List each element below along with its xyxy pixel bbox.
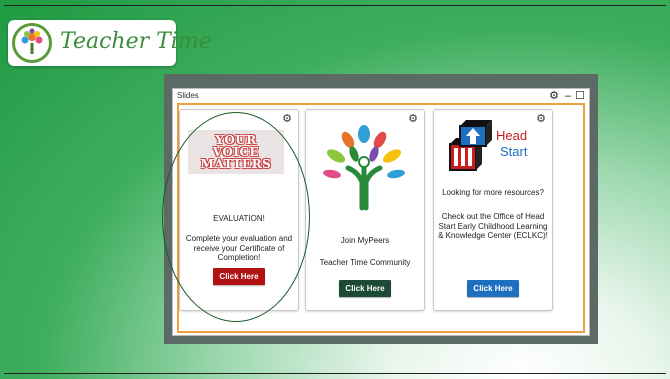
slides-content: ⚙ YOUR VOICE MATTERS EVALUATION! Complet… bbox=[177, 103, 585, 333]
head-start-logo-word2: Start bbox=[500, 144, 528, 159]
evaluation-description: Complete your evaluation and receive you… bbox=[185, 234, 293, 262]
tree-logo-icon bbox=[12, 23, 52, 63]
logo-text: Teacher Time bbox=[60, 29, 212, 54]
top-border-line bbox=[4, 5, 666, 6]
teacher-time-community-text: Teacher Time Community bbox=[319, 258, 411, 267]
colorful-tree-icon bbox=[318, 120, 410, 212]
teacher-time-logo: Teacher Time bbox=[8, 20, 212, 66]
eclkc-description: Check out the Office of Head Start Early… bbox=[438, 212, 548, 240]
head-start-logo-word1: Head bbox=[496, 128, 527, 143]
your-voice-matters-text: YOUR VOICE MATTERS bbox=[200, 133, 272, 171]
join-mypeers-text: Join MyPeers bbox=[340, 236, 390, 245]
minimize-icon[interactable]: – bbox=[565, 89, 571, 103]
window-title: Slides bbox=[177, 91, 199, 100]
mypeers-click-here-button[interactable]: Click Here bbox=[339, 280, 391, 297]
looking-for-resources-text: Looking for more resources? bbox=[442, 188, 544, 197]
title-bar: Slides ⚙ – ☐ bbox=[173, 89, 589, 103]
evaluation-click-here-button[interactable]: Click Here bbox=[213, 268, 265, 285]
bottom-border-line bbox=[4, 373, 666, 374]
card-head-start: ⚙ Head Start Looking for more resources?… bbox=[433, 109, 553, 311]
evaluation-heading: EVALUATION! bbox=[213, 214, 265, 223]
settings-gear-icon[interactable]: ⚙ bbox=[549, 89, 559, 103]
slide-background: Teacher Time Slides ⚙ – ☐ ⚙ YOUR VOICE M… bbox=[0, 0, 670, 379]
maximize-icon[interactable]: ☐ bbox=[575, 89, 585, 103]
head-start-logo: Head Start bbox=[442, 118, 542, 182]
gear-icon[interactable]: ⚙ bbox=[282, 113, 292, 125]
slides-window: Slides ⚙ – ☐ ⚙ YOUR VOICE MATTERS EVALUA… bbox=[172, 88, 590, 336]
eclkc-click-here-button[interactable]: Click Here bbox=[467, 280, 519, 297]
card-mypeers: ⚙ Join MyPeers Teacher Time Community Cl… bbox=[305, 109, 425, 311]
your-voice-matters-image: YOUR VOICE MATTERS bbox=[188, 130, 284, 174]
card-evaluation: ⚙ YOUR VOICE MATTERS EVALUATION! Complet… bbox=[179, 109, 299, 311]
